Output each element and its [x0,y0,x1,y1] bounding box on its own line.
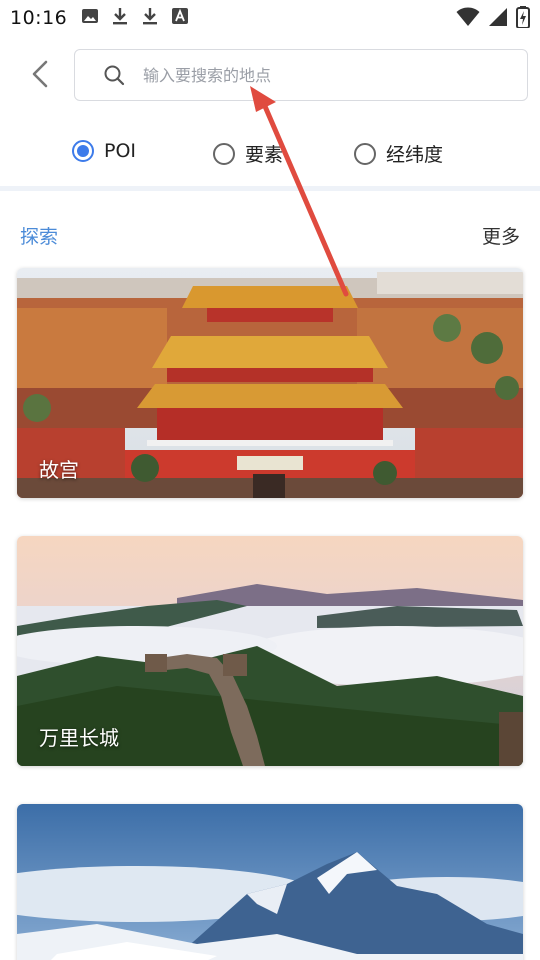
explore-screen: 10:16 输入要搜索的地点 POI 要素 经纬度 探索 更多 故宫 万里长城 [0,0,540,960]
download-icon [111,6,129,30]
radio-element[interactable]: 要素 [213,140,283,167]
download-icon [141,6,159,30]
forbidden-city-image [17,268,523,498]
section-divider [0,186,540,191]
radio-button[interactable] [354,142,376,165]
radio-button-checked[interactable] [72,140,94,162]
radio-label: POI [104,140,137,162]
more-link[interactable]: 更多 [482,222,520,249]
font-a-icon [171,7,189,29]
back-button[interactable] [22,56,58,92]
chevron-left-icon [32,60,48,88]
status-bar: 10:16 [0,0,540,36]
explore-card-great-wall[interactable]: 万里长城 [17,536,523,766]
status-time: 10:16 [10,7,68,29]
explore-card-mountains[interactable] [17,804,523,960]
snow-mountain-image [17,804,523,960]
search-box[interactable] [74,49,528,101]
battery-charging-icon [516,6,530,32]
card-label: 万里长城 [39,726,119,750]
signal-icon [488,7,508,31]
search-input[interactable] [143,65,483,85]
radio-label: 要素 [245,144,284,166]
radio-label: 经纬度 [386,144,444,166]
search-type-group: POI 要素 经纬度 [0,132,540,176]
wifi-icon [456,7,480,31]
image-icon [81,7,99,29]
explore-title: 探索 [20,226,59,248]
explore-card-forbidden-city[interactable]: 故宫 [17,268,523,498]
search-icon [103,64,125,86]
radio-coordinates[interactable]: 经纬度 [354,140,443,167]
radio-button[interactable] [213,142,235,165]
card-label: 故宫 [39,458,79,482]
radio-poi[interactable]: POI [72,140,136,162]
